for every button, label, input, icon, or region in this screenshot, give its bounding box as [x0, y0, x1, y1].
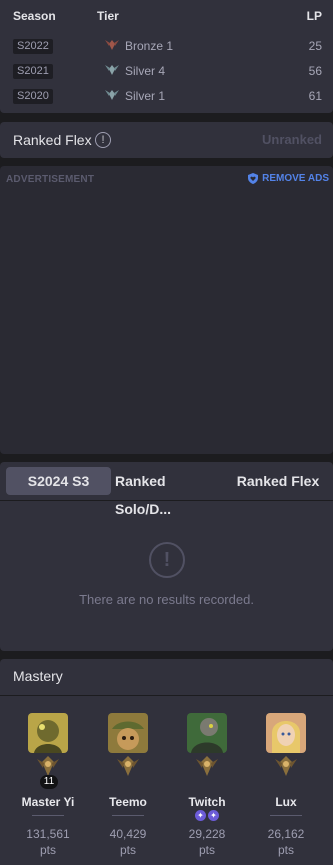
- champion-divider: [112, 815, 144, 816]
- champion-divider: [32, 815, 64, 816]
- mastery-points-unit: pts: [39, 843, 56, 857]
- ranked-flex-panel: Ranked Flex ! Unranked: [0, 122, 333, 158]
- season-tabs-panel: S2024 S3 Ranked Solo/D... Ranked Flex ! …: [0, 462, 333, 651]
- tab-ranked-flex[interactable]: Ranked Flex: [229, 467, 327, 495]
- mastery-token-icon: ✦: [208, 810, 219, 821]
- bronze-emblem-icon: [105, 40, 119, 50]
- mastery-points-unit: pts: [119, 843, 136, 857]
- lux-portrait-icon: [266, 713, 306, 753]
- master-yi-portrait-icon: [28, 713, 68, 753]
- info-icon[interactable]: !: [95, 132, 111, 148]
- lp-value: 56: [308, 64, 322, 78]
- silver-emblem-icon: [105, 65, 119, 75]
- season-history-panel: Season Tier LP S2022 Bronze 1 25 S2021 S…: [0, 0, 333, 113]
- lp-value: 25: [308, 39, 322, 53]
- champion-portrait-teemo[interactable]: [108, 713, 148, 753]
- mastery-crest-icon: [117, 756, 139, 776]
- mastery-crest-icon: [275, 756, 297, 776]
- season-header: Season: [13, 9, 56, 23]
- tier-name: Bronze 1: [125, 39, 174, 53]
- season-badge: S2021: [13, 64, 53, 79]
- unranked-label: Unranked: [262, 132, 322, 147]
- champion-portrait-twitch[interactable]: [187, 713, 227, 753]
- tier-name: Silver 4: [125, 64, 166, 78]
- ranked-flex-title: Ranked Flex: [13, 132, 92, 148]
- lp-header: LP: [306, 9, 322, 23]
- mastery-points: 131,561: [26, 827, 70, 841]
- champion-divider: [270, 815, 302, 816]
- mastery-level-badge: 11: [40, 775, 58, 789]
- tier-name: Silver 1: [125, 89, 166, 103]
- champion-name: Master Yi: [21, 795, 75, 809]
- teemo-portrait-icon: [108, 713, 148, 753]
- remove-ads-button[interactable]: REMOVE ADS: [248, 173, 329, 184]
- silver-emblem-icon: [105, 90, 119, 100]
- champion-name: Twitch: [188, 795, 226, 809]
- champion-name: Teemo: [109, 795, 147, 809]
- mastery-crest-icon: [37, 756, 59, 776]
- mastery-title: Mastery: [13, 668, 63, 684]
- mastery-crest-icon: [196, 756, 218, 776]
- season-row: S2021 Silver 4 56: [0, 61, 333, 81]
- mastery-token-icon: ✦: [195, 810, 206, 821]
- exclamation-icon: !: [149, 542, 185, 578]
- lp-value: 61: [308, 89, 322, 103]
- mastery-points: 29,228: [188, 827, 226, 841]
- mastery-points: 40,429: [109, 827, 147, 841]
- champion-name: Lux: [275, 795, 297, 809]
- mastery-points: 26,162: [267, 827, 305, 841]
- champion-portrait-master-yi[interactable]: [28, 713, 68, 753]
- season-badge: S2020: [13, 89, 53, 104]
- tab-s2024-s3[interactable]: S2024 S3: [6, 467, 111, 495]
- mastery-divider: [0, 695, 333, 696]
- advertisement-label: ADVERTISEMENT: [6, 174, 95, 185]
- tab-ranked-solo[interactable]: Ranked Solo/D...: [113, 467, 225, 517]
- mastery-panel: Mastery 11 Master Yi 131,561 pts Teemo 4…: [0, 659, 333, 865]
- empty-results-message: There are no results recorded.: [79, 592, 254, 607]
- season-row: S2020 Silver 1 61: [0, 86, 333, 106]
- tab-divider: [0, 500, 333, 501]
- twitch-portrait-icon: [187, 713, 227, 753]
- advertisement-panel: ADVERTISEMENT REMOVE ADS: [0, 166, 333, 454]
- season-row: S2022 Bronze 1 25: [0, 36, 333, 56]
- remove-ads-label: REMOVE ADS: [262, 173, 329, 184]
- tier-header: Tier: [97, 9, 119, 23]
- mastery-points-unit: pts: [198, 843, 215, 857]
- shield-heart-icon: [248, 173, 259, 184]
- champion-portrait-lux[interactable]: [266, 713, 306, 753]
- season-badge: S2022: [13, 39, 53, 54]
- mastery-tokens: ✦ ✦: [195, 810, 219, 821]
- mastery-points-unit: pts: [277, 843, 294, 857]
